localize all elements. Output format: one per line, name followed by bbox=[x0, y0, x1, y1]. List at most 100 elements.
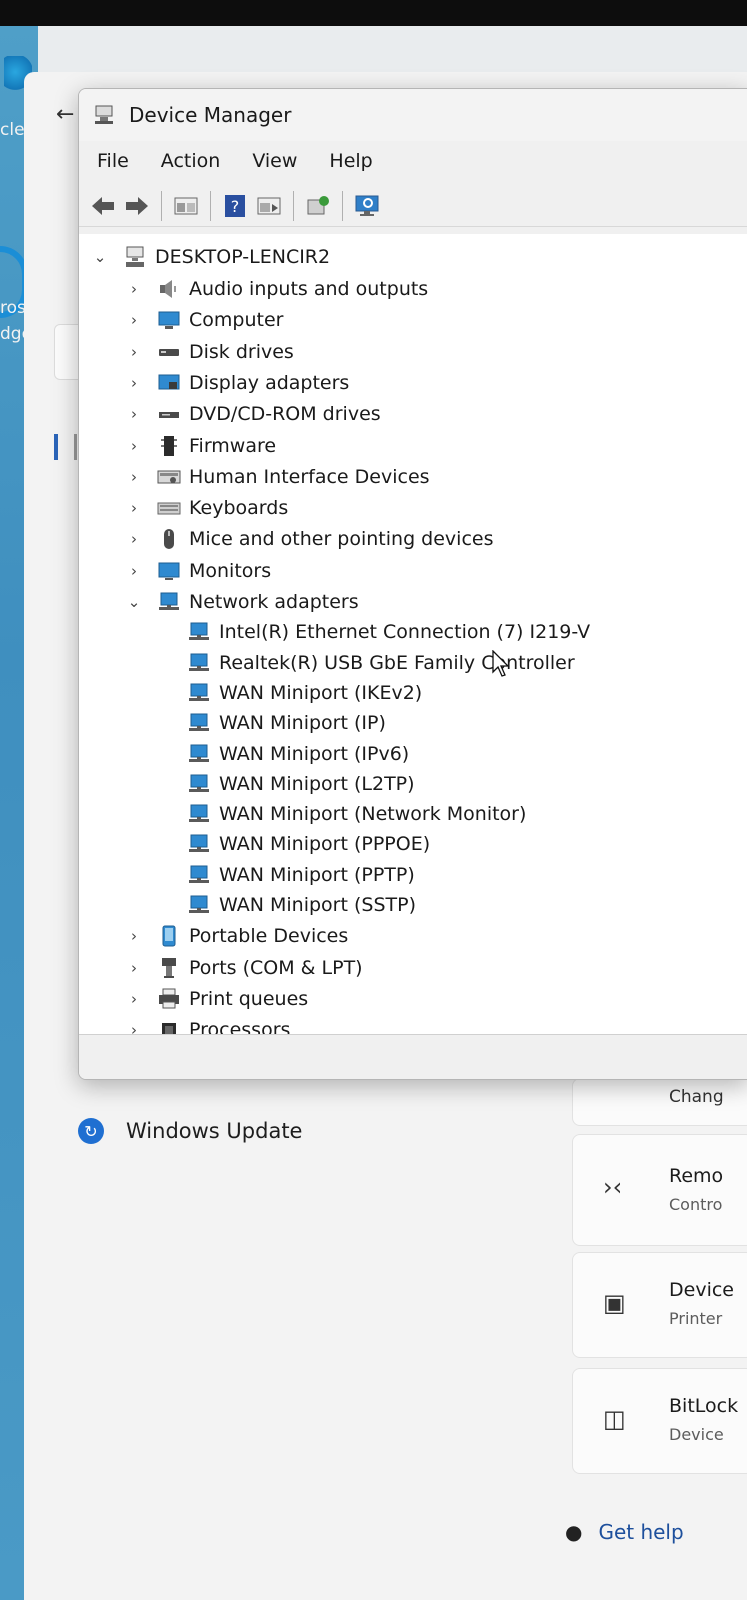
title-bar[interactable]: Device Manager bbox=[79, 89, 747, 141]
bitlocker-card[interactable]: ◫ BitLock Device bbox=[572, 1368, 747, 1474]
get-help-link[interactable]: ● Get help bbox=[565, 1520, 684, 1544]
network-adapter-icon bbox=[189, 683, 209, 701]
network-adapter-item[interactable]: WAN Miniport (Network Monitor) bbox=[187, 799, 526, 829]
card-subtitle: Printer bbox=[669, 1309, 723, 1328]
network-adapter-item[interactable]: WAN Miniport (IP) bbox=[187, 708, 386, 738]
tree-category[interactable]: › Mice and other pointing devices bbox=[125, 524, 493, 554]
computer-name: DESKTOP-LENCIR2 bbox=[155, 246, 331, 268]
chevron-right-icon[interactable]: › bbox=[125, 437, 143, 455]
help-icon[interactable]: ? bbox=[221, 192, 249, 220]
screen-bezel bbox=[0, 0, 747, 26]
tree-category[interactable]: › Print queues bbox=[125, 984, 308, 1014]
adapter-label: WAN Miniport (Network Monitor) bbox=[219, 803, 527, 826]
toolbar-separator bbox=[293, 190, 294, 221]
tree-category[interactable]: › Computer bbox=[125, 305, 283, 335]
chevron-right-icon[interactable]: › bbox=[125, 405, 143, 423]
chevron-right-icon[interactable]: › bbox=[125, 927, 143, 945]
windows-update-link[interactable]: ↻ Windows Update bbox=[78, 1118, 302, 1144]
tree-category[interactable]: › Disk drives bbox=[125, 337, 294, 367]
settings-card-partial[interactable]: Chang bbox=[572, 1078, 747, 1126]
view-icon[interactable] bbox=[255, 192, 283, 220]
tree-root[interactable]: ⌄ DESKTOP-LENCIR2 bbox=[91, 242, 330, 272]
tree-category[interactable]: › Human Interface Devices bbox=[125, 462, 430, 492]
tree-category[interactable]: › Keyboards bbox=[125, 493, 288, 523]
adapter-label: WAN Miniport (SSTP) bbox=[219, 894, 416, 916]
back-icon[interactable] bbox=[89, 192, 117, 220]
tree-category[interactable]: › Firmware bbox=[125, 431, 276, 461]
network-adapter-item[interactable]: Intel(R) Ethernet Connection (7) I219-V bbox=[187, 617, 590, 647]
network-adapter-item[interactable]: WAN Miniport (PPPOE) bbox=[187, 829, 430, 859]
network-adapter-item[interactable]: Realtek(R) USB GbE Family Controller bbox=[187, 648, 575, 678]
network-adapter-item[interactable]: WAN Miniport (SSTP) bbox=[187, 890, 416, 920]
tree-category[interactable]: › Ports (COM & LPT) bbox=[125, 953, 363, 983]
get-help-label: Get help bbox=[598, 1520, 684, 1544]
chevron-right-icon[interactable]: › bbox=[125, 562, 143, 580]
network-adapter-icon bbox=[189, 774, 209, 792]
menu-help[interactable]: Help bbox=[313, 150, 388, 172]
scan-hardware-icon[interactable] bbox=[353, 192, 381, 220]
chevron-right-icon[interactable]: › bbox=[125, 959, 143, 977]
disk-icon bbox=[159, 348, 179, 356]
category-label: Keyboards bbox=[189, 497, 289, 520]
chevron-right-icon[interactable]: › bbox=[125, 990, 143, 1008]
device-manager-icon bbox=[95, 105, 113, 124]
chevron-right-icon[interactable]: › bbox=[125, 374, 143, 392]
tree-category[interactable]: › Processors bbox=[125, 1015, 290, 1034]
network-adapter-icon bbox=[189, 713, 209, 732]
chevron-right-icon[interactable]: › bbox=[125, 280, 143, 298]
category-label: Audio inputs and outputs bbox=[189, 278, 429, 300]
tree-category[interactable]: › Portable Devices bbox=[125, 921, 348, 951]
mouse-cursor-icon bbox=[492, 650, 510, 677]
toolbar: ? bbox=[79, 185, 747, 227]
category-label: Firmware bbox=[189, 434, 277, 457]
adapter-label: Intel(R) Ethernet Connection (7) I219-V bbox=[219, 621, 591, 644]
network-adapter-item[interactable]: WAN Miniport (PPTP) bbox=[187, 860, 415, 890]
forward-icon[interactable] bbox=[123, 192, 151, 220]
chevron-down-icon[interactable]: ⌄ bbox=[91, 248, 109, 266]
card-title: Chang bbox=[669, 1087, 724, 1107]
chevron-right-icon[interactable]: › bbox=[125, 343, 143, 361]
status-bar bbox=[79, 1034, 747, 1079]
menu-view[interactable]: View bbox=[236, 150, 313, 172]
tree-category[interactable]: › Display adapters bbox=[125, 368, 349, 398]
chevron-right-icon[interactable]: › bbox=[125, 1021, 143, 1034]
tree-category[interactable]: › Audio inputs and outputs bbox=[125, 274, 428, 304]
network-adapter-item[interactable]: WAN Miniport (L2TP) bbox=[187, 769, 415, 799]
network-adapter-icon bbox=[189, 834, 209, 853]
menu-file[interactable]: File bbox=[79, 150, 145, 172]
port-icon bbox=[162, 957, 176, 978]
chevron-right-icon[interactable]: › bbox=[125, 530, 143, 548]
tree-category[interactable]: › Monitors bbox=[125, 556, 271, 586]
properties-icon[interactable] bbox=[172, 192, 200, 220]
chevron-down-icon[interactable]: ⌄ bbox=[125, 593, 143, 611]
adapter-label: WAN Miniport (IPv6) bbox=[219, 742, 410, 765]
mouse-icon bbox=[164, 529, 174, 550]
device-encryption-card[interactable]: ▣ Device Printer bbox=[572, 1252, 747, 1358]
chevron-right-icon[interactable]: › bbox=[125, 499, 143, 517]
keyboard-icon bbox=[157, 502, 181, 515]
menu-action[interactable]: Action bbox=[145, 150, 237, 172]
tree-category[interactable]: › DVD/CD-ROM drives bbox=[125, 399, 381, 429]
remote-desktop-icon: ›‹ bbox=[603, 1173, 623, 1201]
back-arrow-icon[interactable]: ← bbox=[56, 102, 74, 127]
category-label: Display adapters bbox=[189, 371, 350, 394]
card-subtitle: Contro bbox=[669, 1195, 723, 1214]
computer-icon bbox=[158, 311, 180, 330]
windows-update-icon: ↻ bbox=[78, 1118, 104, 1144]
chevron-right-icon[interactable]: › bbox=[125, 468, 143, 486]
card-subtitle: Device bbox=[669, 1425, 724, 1444]
remote-desktop-card[interactable]: ›‹ Remo Contro bbox=[572, 1134, 747, 1246]
network-adapter-item[interactable]: WAN Miniport (IPv6) bbox=[187, 739, 409, 769]
network-icon bbox=[159, 592, 179, 610]
network-adapter-item[interactable]: WAN Miniport (IKEv2) bbox=[187, 678, 422, 708]
update-driver-icon[interactable] bbox=[304, 192, 332, 220]
network-adapter-icon bbox=[189, 622, 209, 641]
device-tree[interactable]: ⌄ DESKTOP-LENCIR2 › Audio inputs and out… bbox=[79, 234, 747, 1034]
chevron-right-icon[interactable]: › bbox=[125, 311, 143, 329]
device-manager-window[interactable]: Device Manager File Action View Help ? ⌄… bbox=[78, 88, 747, 1080]
category-label: Monitors bbox=[189, 559, 272, 582]
network-adapter-icon bbox=[189, 744, 209, 762]
tree-category[interactable]: ⌄ Network adapters bbox=[125, 587, 359, 617]
help-chat-icon: ● bbox=[565, 1520, 583, 1544]
audio-icon bbox=[160, 280, 176, 298]
